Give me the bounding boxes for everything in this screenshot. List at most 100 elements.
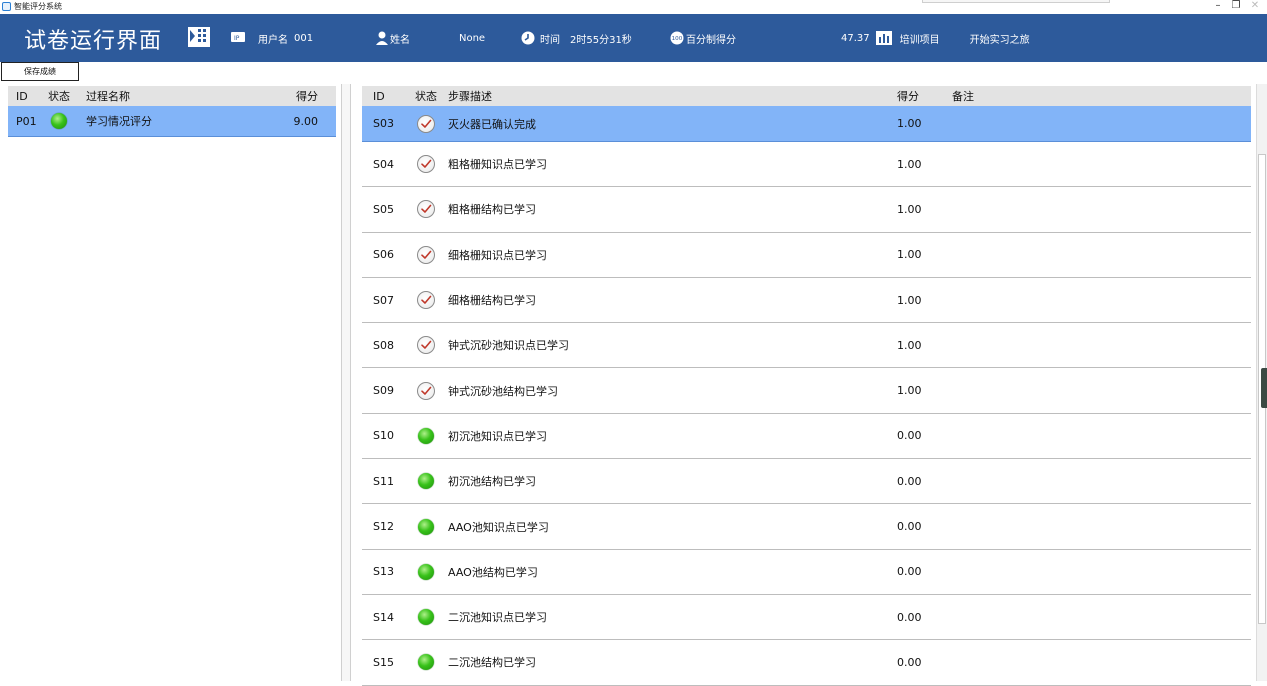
step-id: S14 — [373, 610, 394, 624]
step-description: 钟式沉砂池结构已学习 — [448, 384, 558, 398]
step-id: S09 — [373, 384, 394, 398]
status-cell — [404, 609, 448, 626]
status-cell — [404, 518, 448, 535]
status-pending-icon — [51, 113, 67, 129]
step-row[interactable]: S13 AAO池结构已学习 0.00 — [362, 549, 1251, 595]
step-score: 1.00 — [897, 293, 922, 307]
page-title: 试卷运行界面 — [24, 29, 163, 54]
score-value: 47.37 — [841, 32, 870, 44]
status-complete-icon — [417, 155, 435, 174]
time-info: 时间 2时55分31秒 — [521, 14, 632, 62]
step-id: S10 — [373, 429, 394, 443]
app-icon — [2, 2, 11, 11]
status-pending-icon — [418, 427, 434, 444]
step-row[interactable]: S07 细格栅结构已学习 1.00 — [362, 277, 1251, 324]
status-pending-icon — [418, 563, 434, 580]
time-value: 2时55分31秒 — [570, 34, 632, 46]
status-complete-icon — [417, 200, 435, 219]
step-table-header: ID 状态 步骤描述 得分 备注 — [362, 86, 1251, 106]
person-icon — [376, 31, 388, 45]
process-table-header: ID 状态 过程名称 得分 — [8, 86, 336, 106]
step-score: 1.00 — [897, 117, 922, 130]
bar-chart-icon — [875, 31, 892, 45]
col-process-name[interactable]: 过程名称 — [78, 88, 273, 104]
process-row[interactable]: P01 学习情况评分 9.00 — [8, 106, 336, 137]
step-row[interactable]: S12 AAO池知识点已学习 0.00 — [362, 504, 1251, 550]
minimize-button[interactable]: – — [1208, 0, 1228, 14]
time-label: 时间 — [540, 34, 560, 46]
save-score-button[interactable]: 保存成绩 — [1, 62, 79, 81]
col-status[interactable]: 状态 — [40, 88, 78, 104]
step-description: AAO池知识点已学习 — [448, 520, 549, 534]
project-info: 47.37 培训项目 开始实习之旅 — [841, 14, 1030, 62]
status-pending-icon — [418, 518, 434, 535]
step-rows: S03 灭火器已确认完成 1.00 S04 粗格栅知识点已学习 1.00 S05 粗格栅结构已… — [362, 106, 1251, 686]
step-description: 细格栅结构已学习 — [448, 294, 536, 308]
window-title: 智能评分系统 — [14, 2, 62, 11]
status-complete-icon — [417, 245, 435, 264]
app-header: 试卷运行界面 IP 用户名 001 姓名 None 时间 2时55分31秒 10 — [0, 14, 1267, 62]
clock-icon — [521, 31, 535, 45]
status-cell — [40, 113, 78, 129]
hundred-badge-icon: 100 — [670, 31, 684, 45]
step-id: S03 — [373, 117, 394, 130]
step-description: 二沉池结构已学习 — [448, 656, 536, 670]
step-score: 0.00 — [897, 474, 922, 488]
col-score[interactable]: 得分 — [273, 88, 336, 104]
ip-icon: IP — [231, 32, 245, 44]
step-description: 细格栅知识点已学习 — [448, 248, 547, 262]
col-id[interactable]: ID — [8, 90, 40, 103]
status-cell — [404, 427, 448, 444]
name-info: 姓名 None — [376, 14, 485, 62]
step-row[interactable]: S11 初沉池结构已学习 0.00 — [362, 459, 1251, 505]
name-value: None — [459, 32, 486, 44]
step-id: S12 — [373, 520, 394, 534]
status-cell — [404, 155, 448, 174]
step-score: 0.00 — [897, 655, 922, 669]
close-button[interactable]: ✕ — [1245, 0, 1265, 14]
step-row[interactable]: S14 二沉池知识点已学习 0.00 — [362, 594, 1251, 641]
step-row[interactable]: S06 细格栅知识点已学习 1.00 — [362, 232, 1251, 278]
step-score: 0.00 — [897, 520, 922, 534]
step-row[interactable]: S05 粗格栅结构已学习 1.00 — [362, 187, 1251, 233]
step-description: 初沉池结构已学习 — [448, 475, 536, 489]
step-score: 0.00 — [897, 565, 922, 579]
restore-button[interactable]: ❐ — [1226, 0, 1246, 14]
score-label: 百分制得分 — [686, 34, 736, 46]
step-id: S15 — [373, 655, 394, 669]
step-description: AAO池结构已学习 — [448, 565, 538, 579]
status-complete-icon — [417, 291, 435, 310]
status-pending-icon — [418, 654, 434, 671]
step-score: 1.00 — [897, 248, 922, 262]
status-complete-icon — [417, 336, 435, 355]
step-id: S05 — [373, 202, 394, 216]
status-cell — [404, 114, 448, 133]
panel-splitter[interactable] — [341, 84, 351, 681]
process-name: 学习情况评分 — [86, 115, 152, 128]
user-value: 001 — [294, 32, 314, 44]
status-complete-icon — [417, 381, 435, 400]
step-row[interactable]: S08 钟式沉砂池知识点已学习 1.00 — [362, 323, 1251, 369]
col-id[interactable]: ID — [362, 90, 404, 103]
step-description: 初沉池知识点已学习 — [448, 429, 547, 443]
col-note[interactable]: 备注 — [952, 88, 1251, 104]
window-titlebar: 智能评分系统 – ❐ ✕ — [0, 0, 1267, 14]
col-status[interactable]: 状态 — [404, 88, 448, 104]
grid-icon — [188, 27, 210, 47]
popup-edge — [922, 0, 1110, 3]
col-step-desc[interactable]: 步骤描述 — [448, 88, 897, 104]
side-drawer-handle[interactable] — [1261, 368, 1267, 408]
step-row[interactable]: S09 钟式沉砂池结构已学习 1.00 — [362, 368, 1251, 414]
step-id: S08 — [373, 338, 394, 352]
step-row[interactable]: S04 粗格栅知识点已学习 1.00 — [362, 142, 1251, 188]
step-score: 1.00 — [897, 384, 922, 398]
step-row[interactable]: S10 初沉池知识点已学习 0.00 — [362, 413, 1251, 460]
status-cell — [404, 200, 448, 219]
step-row[interactable]: S15 二沉池结构已学习 0.00 — [362, 640, 1251, 686]
score-info: 100 百分制得分 — [670, 14, 736, 62]
step-description: 灭火器已确认完成 — [448, 117, 536, 131]
status-cell — [404, 381, 448, 400]
col-score[interactable]: 得分 — [897, 88, 952, 104]
step-row[interactable]: S03 灭火器已确认完成 1.00 — [362, 106, 1251, 142]
status-cell — [404, 336, 448, 355]
